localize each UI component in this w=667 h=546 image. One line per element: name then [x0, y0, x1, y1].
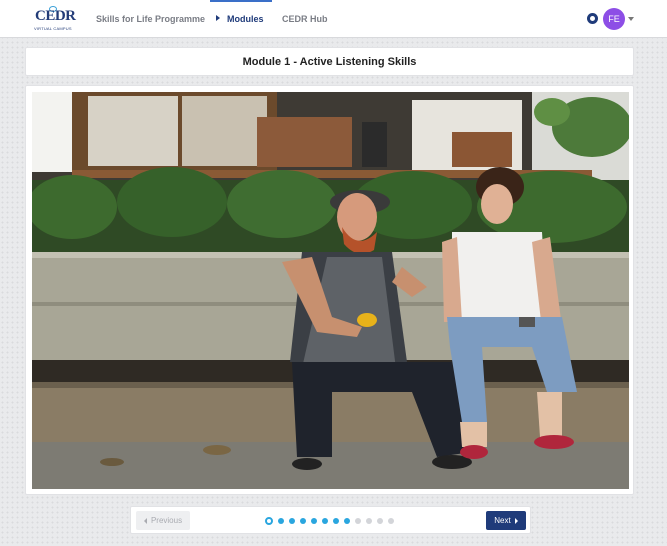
page-dot-6[interactable]	[322, 518, 328, 524]
module-title: Module 1 - Active Listening Skills	[242, 55, 417, 68]
previous-label: Previous	[150, 516, 183, 525]
module-photo-illustration	[32, 92, 629, 489]
module-title-card: Module 1 - Active Listening Skills	[25, 47, 634, 76]
page-dot-5[interactable]	[311, 518, 317, 524]
page-dot-3[interactable]	[289, 518, 295, 524]
page-dot-2[interactable]	[278, 518, 284, 524]
page-dot-12[interactable]	[388, 518, 394, 524]
avatar-dropdown-caret-icon[interactable]	[628, 17, 634, 21]
page-dot-11[interactable]	[377, 518, 383, 524]
page-dot-8[interactable]	[344, 518, 350, 524]
module-photo	[32, 92, 629, 489]
logo-text: CEDR	[35, 8, 76, 24]
nav-link-cedr-hub[interactable]: CEDR Hub	[282, 14, 328, 24]
page-dot-7[interactable]	[333, 518, 339, 524]
nav-link-modules[interactable]: Modules	[227, 14, 264, 24]
help-icon[interactable]	[587, 13, 598, 24]
cedr-logo[interactable]: CEDR VIRTUAL CAMPUS	[33, 6, 76, 34]
nav-active-caret-icon	[216, 15, 220, 21]
module-pager: Previous Next	[130, 506, 531, 534]
page-dot-1[interactable]	[265, 517, 273, 525]
nav-active-indicator	[210, 0, 272, 2]
page-dot-4[interactable]	[300, 518, 306, 524]
next-label: Next	[494, 516, 511, 525]
page-dot-9[interactable]	[355, 518, 361, 524]
nav-link-skills-for-life[interactable]: Skills for Life Programme	[96, 14, 205, 24]
chevron-left-icon	[143, 517, 147, 524]
page-dots	[265, 517, 394, 525]
previous-button[interactable]: Previous	[136, 511, 190, 530]
user-avatar[interactable]: FE	[603, 8, 625, 30]
logo-subtitle: VIRTUAL CAMPUS	[34, 26, 72, 31]
module-image-card	[25, 85, 634, 495]
next-button[interactable]: Next	[486, 511, 526, 530]
chevron-right-icon	[514, 517, 518, 524]
top-nav: CEDR VIRTUAL CAMPUS Skills for Life Prog…	[0, 0, 667, 38]
page-dot-10[interactable]	[366, 518, 372, 524]
